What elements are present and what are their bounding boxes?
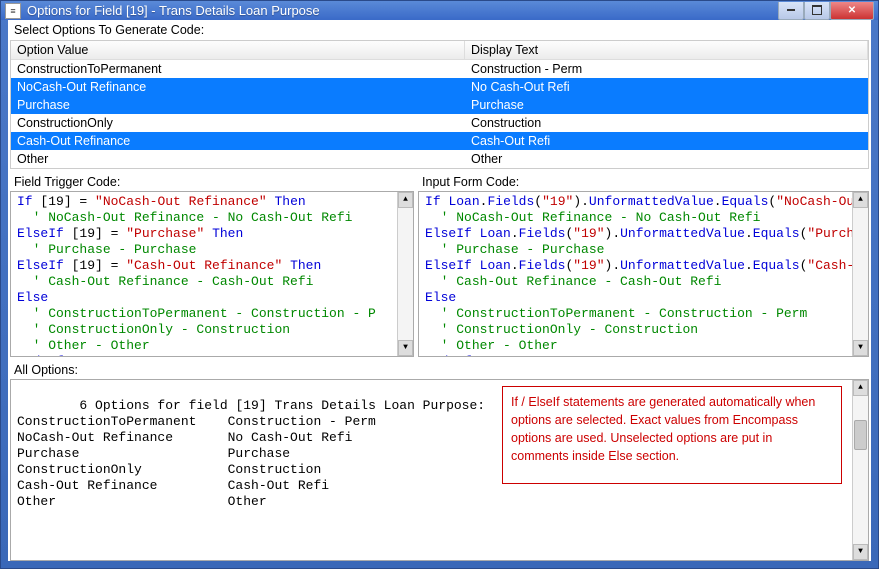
input-form-label: Input Form Code:: [418, 173, 869, 191]
option-row[interactable]: Cash-Out RefinanceCash-Out Refi: [11, 132, 868, 150]
scroll-up-icon[interactable]: ▲: [853, 192, 868, 208]
select-options-label: Select Options To Generate Code:: [8, 20, 871, 40]
scroll-up-icon[interactable]: ▲: [398, 192, 413, 208]
all-options-box[interactable]: 6 Options for field [19] Trans Details L…: [10, 379, 869, 561]
option-display-cell: Construction - Perm: [465, 60, 868, 78]
option-row[interactable]: NoCash-Out RefinanceNo Cash-Out Refi: [11, 78, 868, 96]
option-value-cell: NoCash-Out Refinance: [11, 78, 465, 96]
scroll-track[interactable]: [398, 208, 413, 340]
titlebar[interactable]: ≡ Options for Field [19] - Trans Details…: [1, 1, 878, 20]
scroll-down-icon[interactable]: ▼: [398, 340, 413, 356]
option-display-cell: Cash-Out Refi: [465, 132, 868, 150]
scroll-down-icon[interactable]: ▼: [853, 544, 868, 560]
option-row[interactable]: OtherOther: [11, 150, 868, 168]
scroll-track[interactable]: [853, 208, 868, 340]
scrollbar[interactable]: ▲ ▼: [397, 192, 413, 356]
field-trigger-code[interactable]: If [19] = "NoCash-Out Refinance" Then ' …: [10, 191, 414, 357]
field-trigger-panel: Field Trigger Code: If [19] = "NoCash-Ou…: [10, 173, 414, 357]
field-trigger-label: Field Trigger Code:: [10, 173, 414, 191]
input-form-panel: Input Form Code: If Loan.Fields("19").Un…: [418, 173, 869, 357]
option-value-cell: ConstructionToPermanent: [11, 60, 465, 78]
maximize-button[interactable]: [804, 2, 830, 20]
all-options-label: All Options:: [8, 361, 871, 379]
option-display-cell: Purchase: [465, 96, 868, 114]
scroll-up-icon[interactable]: ▲: [853, 380, 868, 396]
option-display-cell: Other: [465, 150, 868, 168]
option-display-cell: No Cash-Out Refi: [465, 78, 868, 96]
all-options-text: 6 Options for field [19] Trans Details L…: [17, 398, 485, 509]
col-display-text[interactable]: Display Text: [465, 41, 868, 59]
minimize-button[interactable]: [778, 2, 804, 20]
app-icon: ≡: [5, 3, 21, 19]
scrollbar[interactable]: ▲ ▼: [852, 380, 868, 560]
option-value-cell: ConstructionOnly: [11, 114, 465, 132]
option-row[interactable]: PurchasePurchase: [11, 96, 868, 114]
scrollbar[interactable]: ▲ ▼: [852, 192, 868, 356]
client-area: Select Options To Generate Code: Option …: [8, 20, 871, 561]
col-option-value[interactable]: Option Value: [11, 41, 465, 59]
window-frame: ≡ Options for Field [19] - Trans Details…: [0, 0, 879, 569]
option-display-cell: Construction: [465, 114, 868, 132]
scroll-thumb[interactable]: [854, 420, 867, 450]
options-header-row: Option Value Display Text: [11, 41, 868, 60]
option-row[interactable]: ConstructionToPermanentConstruction - Pe…: [11, 60, 868, 78]
options-grid[interactable]: Option Value Display Text ConstructionTo…: [10, 40, 869, 169]
close-button[interactable]: [830, 2, 874, 20]
input-form-code[interactable]: If Loan.Fields("19").UnformattedValue.Eq…: [418, 191, 869, 357]
info-note: If / ElseIf statements are generated aut…: [502, 386, 842, 484]
scroll-down-icon[interactable]: ▼: [853, 340, 868, 356]
option-value-cell: Other: [11, 150, 465, 168]
option-row[interactable]: ConstructionOnlyConstruction: [11, 114, 868, 132]
option-value-cell: Cash-Out Refinance: [11, 132, 465, 150]
window-title: Options for Field [19] - Trans Details L…: [27, 3, 778, 18]
option-value-cell: Purchase: [11, 96, 465, 114]
scroll-track[interactable]: [853, 396, 868, 544]
